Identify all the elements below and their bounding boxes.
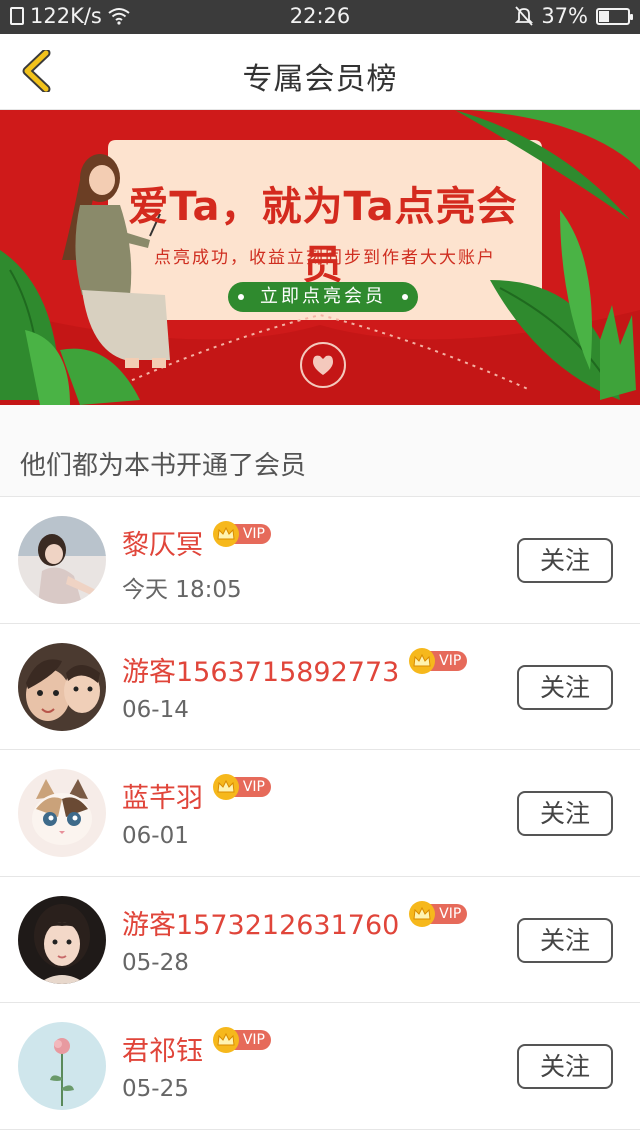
avatar[interactable] bbox=[18, 642, 106, 731]
vip-badge: VIP bbox=[409, 900, 468, 927]
vip-badge: VIP bbox=[213, 521, 271, 547]
member-name[interactable]: 君祁钰 bbox=[122, 1029, 203, 1068]
decor-dot bbox=[402, 294, 408, 300]
follow-button[interactable]: 关注 bbox=[517, 917, 613, 963]
banner-subtitle: 点亮成功，收益立刻同步到作者大大账户 bbox=[154, 248, 496, 268]
member-time: 06-01 bbox=[122, 823, 189, 849]
crown-icon bbox=[409, 900, 436, 927]
follow-button[interactable]: 关注 bbox=[517, 1044, 613, 1089]
list-item[interactable]: 黎仄冥 VIP 今天 18:05 关注 bbox=[0, 497, 640, 624]
member-name[interactable]: 游客1573212631760 bbox=[122, 903, 399, 942]
section-header: 他们都为本书开通了会员 bbox=[0, 405, 640, 497]
vip-badge: VIP bbox=[213, 1027, 271, 1053]
list-item[interactable]: 游客1573212631760 VIP 05-28 关注 bbox=[0, 876, 640, 1003]
member-time: 今天 18:05 bbox=[122, 577, 242, 603]
member-time: 06-14 bbox=[122, 696, 189, 723]
member-list: 黎仄冥 VIP 今天 18:05 关注 游客1563715892773 VIP … bbox=[0, 497, 640, 1130]
member-time: 05-28 bbox=[122, 949, 189, 976]
avatar[interactable] bbox=[18, 895, 106, 984]
list-item[interactable]: 君祁钰 VIP 05-25 关注 bbox=[0, 1003, 640, 1130]
decor-dot bbox=[238, 294, 244, 300]
member-name[interactable]: 蓝芊羽 bbox=[122, 776, 203, 815]
avatar[interactable] bbox=[18, 769, 106, 857]
crown-icon bbox=[213, 1027, 239, 1053]
light-up-membership-button[interactable]: 立即点亮会员 bbox=[228, 282, 418, 312]
banner-button-label: 立即点亮会员 bbox=[260, 286, 386, 307]
follow-button[interactable]: 关注 bbox=[517, 664, 613, 710]
crown-icon bbox=[213, 521, 239, 547]
follow-button[interactable]: 关注 bbox=[517, 538, 613, 583]
member-name[interactable]: 黎仄冥 bbox=[122, 523, 203, 562]
promo-banner[interactable]: 爱Ta，就为Ta点亮会员 点亮成功，收益立刻同步到作者大大账户 立即点亮会员 bbox=[0, 110, 640, 405]
page-title: 专属会员榜 bbox=[242, 62, 398, 97]
vip-badge: VIP bbox=[409, 647, 468, 674]
list-item[interactable]: 蓝芊羽 VIP 06-01 关注 bbox=[0, 750, 640, 877]
crown-icon bbox=[409, 647, 436, 674]
avatar[interactable] bbox=[18, 516, 106, 604]
member-time: 05-25 bbox=[122, 1076, 189, 1102]
member-name[interactable]: 游客1563715892773 bbox=[122, 650, 399, 689]
banner-title: 爱Ta，就为Ta点亮会员 bbox=[128, 184, 518, 288]
bell-muted-icon bbox=[515, 6, 534, 26]
status-bar: 122K/s 22:26 37% bbox=[0, 0, 640, 34]
battery-percent: 37% bbox=[541, 4, 588, 28]
vip-badge: VIP bbox=[213, 774, 271, 800]
avatar[interactable] bbox=[18, 1022, 106, 1110]
section-label-text: 他们都为本书开通了会员 bbox=[20, 451, 307, 481]
crown-icon bbox=[213, 774, 239, 800]
follow-button[interactable]: 关注 bbox=[517, 791, 613, 836]
list-item[interactable]: 游客1563715892773 VIP 06-14 关注 bbox=[0, 623, 640, 750]
battery-icon bbox=[596, 7, 633, 25]
top-nav-bar: 专属会员榜 bbox=[0, 34, 640, 110]
